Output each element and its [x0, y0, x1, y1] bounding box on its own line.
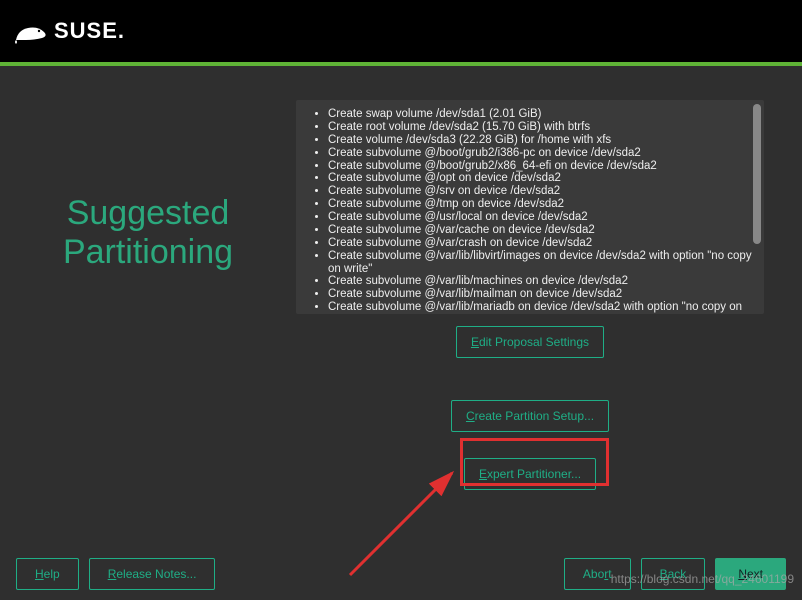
main-panel: Create swap volume /dev/sda1 (2.01 GiB)C… — [296, 100, 802, 490]
partition-item: Create subvolume @/boot/grub2/i386-pc on… — [328, 147, 754, 160]
partition-item: Create subvolume @/opt on device /dev/sd… — [328, 172, 754, 185]
footer-bar: Help Release Notes... Abort Back Next — [16, 558, 786, 590]
scrollbar[interactable] — [753, 104, 761, 244]
brand-name: SUSE. — [54, 18, 125, 44]
partition-item: Create subvolume @/var/cache on device /… — [328, 224, 754, 237]
next-button[interactable]: Next — [715, 558, 786, 590]
partition-item: Create subvolume @/var/lib/mailman on de… — [328, 288, 754, 301]
partition-item: Create swap volume /dev/sda1 (2.01 GiB) — [328, 108, 754, 121]
partition-item: Create subvolume @/var/lib/machines on d… — [328, 275, 754, 288]
page-title-sidebar: Suggested Partitioning — [0, 100, 296, 490]
create-partition-setup-button[interactable]: Create Partition Setup... — [451, 400, 609, 432]
content-area: Suggested Partitioning Create swap volum… — [0, 66, 802, 490]
partition-item: Create subvolume @/boot/grub2/x86_64-efi… — [328, 160, 754, 173]
partition-item: Create subvolume @/var/lib/libvirt/image… — [328, 250, 754, 276]
app-header: SUSE. — [0, 0, 802, 62]
brand-logo: SUSE. — [14, 18, 125, 44]
help-button[interactable]: Help — [16, 558, 79, 590]
partition-item: Create root volume /dev/sda2 (15.70 GiB)… — [328, 121, 754, 134]
partition-list-items: Create swap volume /dev/sda1 (2.01 GiB)C… — [296, 100, 764, 314]
partition-item: Create subvolume @/var/lib/mariadb on de… — [328, 301, 754, 314]
chameleon-icon — [14, 22, 50, 44]
partition-item: Create subvolume @/usr/local on device /… — [328, 211, 754, 224]
partition-item: Create subvolume @/tmp on device /dev/sd… — [328, 198, 754, 211]
abort-button[interactable]: Abort — [564, 558, 631, 590]
partition-item: Create subvolume @/srv on device /dev/sd… — [328, 185, 754, 198]
partition-list[interactable]: Create swap volume /dev/sda1 (2.01 GiB)C… — [296, 100, 764, 314]
expert-partitioner-button[interactable]: Expert Partitioner... — [464, 458, 596, 490]
back-button[interactable]: Back — [641, 558, 706, 590]
partition-item: Create volume /dev/sda3 (22.28 GiB) for … — [328, 134, 754, 147]
edit-proposal-button[interactable]: Edit Proposal Settings — [456, 326, 604, 358]
release-notes-button[interactable]: Release Notes... — [89, 558, 216, 590]
partition-item: Create subvolume @/var/crash on device /… — [328, 237, 754, 250]
page-title: Suggested Partitioning — [0, 194, 296, 272]
